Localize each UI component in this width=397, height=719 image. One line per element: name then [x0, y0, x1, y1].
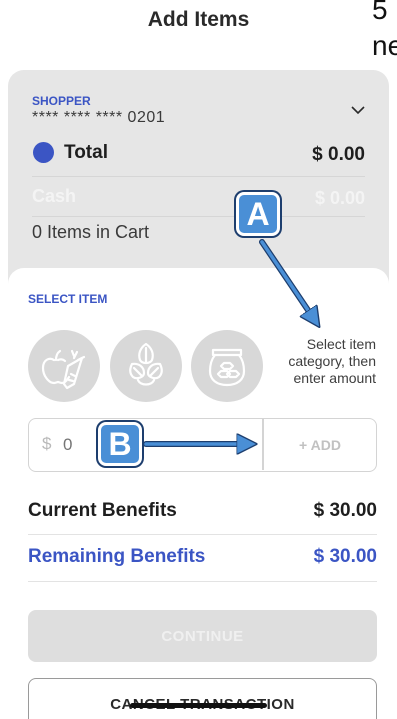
cash-label: Cash — [32, 186, 77, 206]
divider — [28, 534, 377, 535]
divider — [28, 581, 377, 582]
items-in-cart: 0 Items in Cart — [32, 222, 150, 242]
total-value: $ 0.00 — [312, 144, 365, 165]
shopper-label: SHOPPER — [32, 94, 91, 108]
card-number: **** **** **** 0201 — [32, 109, 166, 126]
cropped-text-1: 5 — [372, 0, 388, 25]
category-hint: Select item category, then enter amount — [288, 336, 376, 386]
divider — [32, 216, 365, 217]
continue-button[interactable]: CONTINUE — [28, 610, 377, 662]
amount-entry: $ + ADD — [28, 418, 377, 472]
remaining-benefits-label: Remaining Benefits — [28, 546, 206, 567]
current-benefits-row: Current Benefits $ 30.00 — [28, 500, 377, 530]
annotation-badge-a: A — [236, 192, 280, 236]
chevron-down-icon[interactable] — [351, 103, 365, 117]
remaining-benefits-row: Remaining Benefits $ 30.00 — [28, 546, 377, 576]
annotation-badge-b: B — [98, 422, 142, 466]
leafy-greens-icon[interactable] — [110, 330, 182, 402]
add-button[interactable]: + ADD — [264, 419, 376, 470]
current-benefits-value: $ 30.00 — [313, 500, 377, 521]
page-title: Add Items — [147, 8, 250, 31]
honey-jar-icon[interactable] — [191, 330, 263, 402]
remaining-benefits-value: $ 30.00 — [313, 546, 377, 567]
add-items-screen: Add Items 5 ne SHOPPER **** **** **** 02… — [0, 0, 397, 719]
select-item-label: SELECT ITEM — [28, 292, 108, 306]
select-item-panel: SELECT ITEM Select item category, then e… — [8, 268, 389, 719]
fruits-vegetables-icon[interactable] — [28, 330, 100, 402]
shopper-summary-card: SHOPPER **** **** **** 0201 Total $ 0.00… — [8, 70, 389, 285]
divider — [32, 176, 365, 177]
total-label: Total — [64, 142, 108, 163]
cropped-text-2: ne — [372, 30, 397, 61]
total-dot-icon — [33, 142, 54, 163]
cash-value: $ 0.00 — [314, 188, 365, 208]
cancel-transaction-button[interactable]: CANCEL TRANSACTION — [28, 678, 377, 719]
current-benefits-label: Current Benefits — [28, 500, 177, 521]
currency-symbol: $ — [42, 434, 52, 453]
home-indicator[interactable] — [130, 703, 267, 708]
